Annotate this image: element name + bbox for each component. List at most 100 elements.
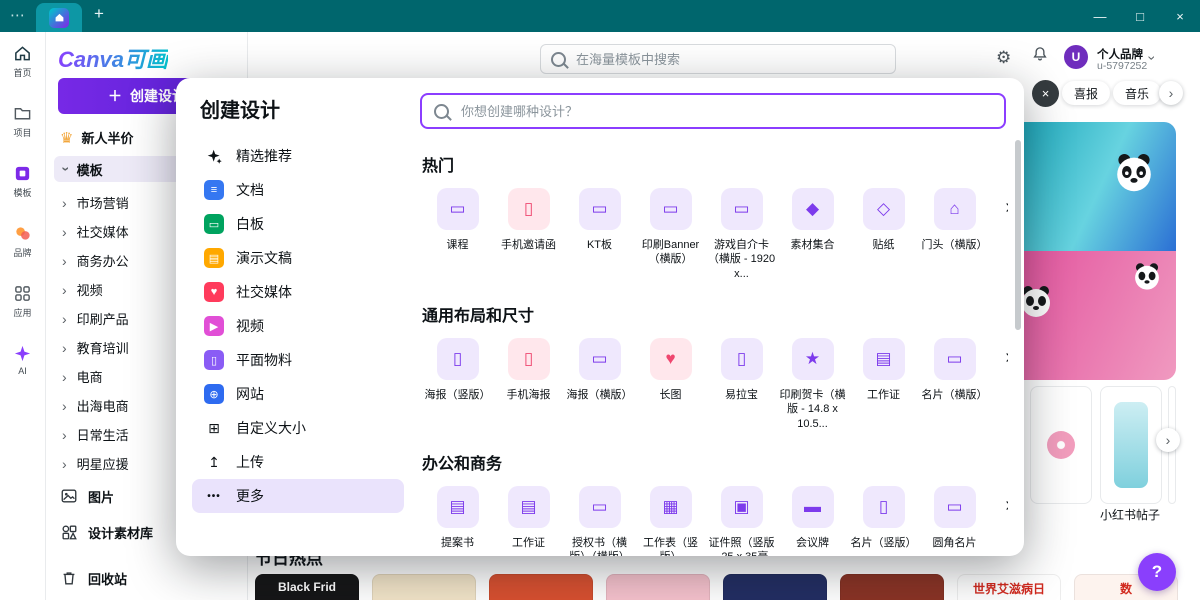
design-type-item[interactable]: ▤提案书 — [422, 486, 493, 556]
menu-label: 上传 — [236, 452, 264, 472]
template-thumbnail[interactable] — [489, 574, 593, 600]
rail-item-apps[interactable]: 应用 — [0, 284, 45, 344]
canva-app-window: ⋯ + — □ × 首页 项目 模板 品牌 — [0, 0, 1200, 600]
design-type-item[interactable]: ▦工作表（竖版） — [635, 486, 706, 556]
canva-logo[interactable]: Canva可画 — [58, 42, 168, 74]
home-tab[interactable] — [36, 3, 82, 32]
new-tab-button[interactable]: + — [94, 4, 104, 24]
template-card-flower[interactable] — [1030, 386, 1092, 504]
design-type-item[interactable]: ▭游戏自介卡（横版 - 1920 x... — [706, 188, 777, 281]
menu-label: 白板 — [236, 214, 264, 234]
design-type-icon: ▯ — [508, 188, 550, 230]
template-thumbnail[interactable] — [372, 574, 476, 600]
design-type-item[interactable]: ◆素材集合 — [777, 188, 848, 281]
rail-item-brand[interactable]: 品牌 — [0, 224, 45, 284]
design-type-item[interactable]: ◇贴纸 — [848, 188, 919, 281]
modal-menu-website[interactable]: ⊕ 网站 — [192, 377, 404, 411]
sidebar-item-label: 回收站 — [88, 569, 127, 588]
design-type-item[interactable]: ▯手机海报 — [493, 338, 564, 431]
close-window-button[interactable]: × — [1160, 0, 1200, 32]
design-type-icon: ▭ — [934, 338, 976, 380]
design-type-item[interactable]: ▤工作证 — [493, 486, 564, 556]
templates-header-label: 模板 — [77, 160, 103, 179]
design-type-label: 海报（竖版） — [424, 388, 492, 402]
template-thumbnail[interactable] — [723, 574, 827, 600]
rail-item-ai[interactable]: AI — [0, 344, 45, 404]
user-avatar[interactable]: U — [1064, 45, 1088, 69]
modal-close-button[interactable]: × — [1032, 80, 1059, 107]
modal-scrollbar-thumb[interactable] — [1015, 140, 1021, 330]
scroll-right-icon[interactable]: › — [1005, 196, 1008, 219]
rail-item-projects[interactable]: 项目 — [0, 104, 45, 164]
promo-half-price[interactable]: ♛ 新人半价 — [60, 128, 133, 147]
design-type-item[interactable]: ▯手机邀请函 — [493, 188, 564, 281]
scroll-right-icon[interactable]: › — [1005, 346, 1008, 369]
account-chevron-icon[interactable]: › — [1145, 56, 1159, 61]
design-type-icon: ▯ — [721, 338, 763, 380]
scroll-right-button[interactable]: › — [1159, 81, 1183, 105]
design-type-item[interactable]: ▯海报（竖版） — [422, 338, 493, 431]
design-type-item[interactable]: ⌂门头（横版） — [919, 188, 990, 281]
modal-menu-presentation[interactable]: ▤ 演示文稿 — [192, 241, 404, 275]
modal-menu-print-materials[interactable]: ▯ 平面物料 — [192, 343, 404, 377]
design-type-item[interactable]: ♥长图 — [635, 338, 706, 431]
modal-menu-whiteboard[interactable]: ▭ 白板 — [192, 207, 404, 241]
tag-button-good-news[interactable]: 喜报 — [1062, 81, 1110, 105]
sidebar-item-trash[interactable]: 回收站 — [46, 562, 247, 594]
design-type-item[interactable]: ▭课程 — [422, 188, 493, 281]
settings-gear-icon[interactable]: ⚙ — [996, 48, 1011, 68]
template-thumbnail[interactable]: Black Frid — [255, 574, 359, 600]
template-thumbnail[interactable]: 世界艾滋病日 — [957, 574, 1061, 600]
template-search-input[interactable] — [574, 51, 885, 68]
design-type-label: 贴纸 — [850, 238, 918, 252]
overflow-menu-icon[interactable]: ⋯ — [10, 6, 26, 24]
template-card-phone[interactable] — [1100, 386, 1162, 504]
rail-item-home[interactable]: 首页 — [0, 44, 45, 104]
rail-label: 首页 — [13, 66, 31, 79]
design-type-icon: ▭ — [437, 188, 479, 230]
design-type-item[interactable]: ▣证件照（竖版 - 25 x 35毫米） — [706, 486, 777, 556]
rail-item-templates[interactable]: 模板 — [0, 164, 45, 224]
modal-menu-social-media[interactable]: ♥ 社交媒体 — [192, 275, 404, 309]
design-type-item[interactable]: ▭海报（横版） — [564, 338, 635, 431]
design-type-item[interactable]: ★印刷贺卡（横版 - 14.8 x 10.5... — [777, 338, 848, 431]
design-type-item[interactable]: ▤工作证 — [848, 338, 919, 431]
design-type-item[interactable]: ▭圆角名片 — [919, 486, 990, 556]
notifications-bell-icon[interactable] — [1031, 45, 1049, 68]
template-thumbnail[interactable] — [606, 574, 710, 600]
design-type-label: 手机海报 — [495, 388, 563, 402]
sparkles-icon — [204, 146, 224, 166]
more-dots-icon: ••• — [204, 486, 224, 506]
modal-menu-video[interactable]: ▶ 视频 — [192, 309, 404, 343]
modal-menu-featured[interactable]: 精选推荐 — [192, 139, 404, 173]
design-type-item[interactable]: ▭印刷Banner（横版） — [635, 188, 706, 281]
design-type-item[interactable]: ▬会议牌 — [777, 486, 848, 556]
tag-button-music[interactable]: 音乐 — [1113, 81, 1161, 105]
rail-label: 模板 — [13, 186, 31, 199]
search-icon — [551, 52, 566, 67]
chevron-right-icon: › — [62, 283, 67, 297]
design-type-item[interactable]: ▯名片（竖版） — [848, 486, 919, 556]
whiteboard-icon: ▭ — [204, 214, 224, 234]
design-type-search-input[interactable] — [459, 103, 992, 120]
design-type-item[interactable]: ▭名片（横版） — [919, 338, 990, 431]
design-type-item[interactable]: ▭KT板 — [564, 188, 635, 281]
promo-banner[interactable] — [1002, 122, 1176, 380]
modal-menu-upload[interactable]: ↥ 上传 — [192, 445, 404, 479]
modal-menu-more[interactable]: ••• 更多 — [192, 479, 404, 513]
template-thumbnail[interactable] — [840, 574, 944, 600]
modal-menu-docs[interactable]: ≡ 文档 — [192, 173, 404, 207]
design-type-item[interactable]: ▯易拉宝 — [706, 338, 777, 431]
help-button[interactable]: ? — [1138, 553, 1176, 591]
design-type-item[interactable]: ▭授权书（横版）（横版） — [564, 486, 635, 556]
minimize-button[interactable]: — — [1080, 0, 1120, 32]
design-type-icon: ▭ — [579, 486, 621, 528]
projects-folder-icon — [13, 104, 32, 123]
design-type-label: 长图 — [637, 388, 705, 402]
scroll-right-icon[interactable]: › — [1005, 494, 1008, 517]
category-label: 日常生活 — [77, 425, 129, 444]
scroll-right-button[interactable]: › — [1156, 428, 1180, 452]
section-title: 热门 — [422, 152, 1004, 176]
maximize-button[interactable]: □ — [1120, 0, 1160, 32]
modal-menu-custom-size[interactable]: ⊞ 自定义大小 — [192, 411, 404, 445]
